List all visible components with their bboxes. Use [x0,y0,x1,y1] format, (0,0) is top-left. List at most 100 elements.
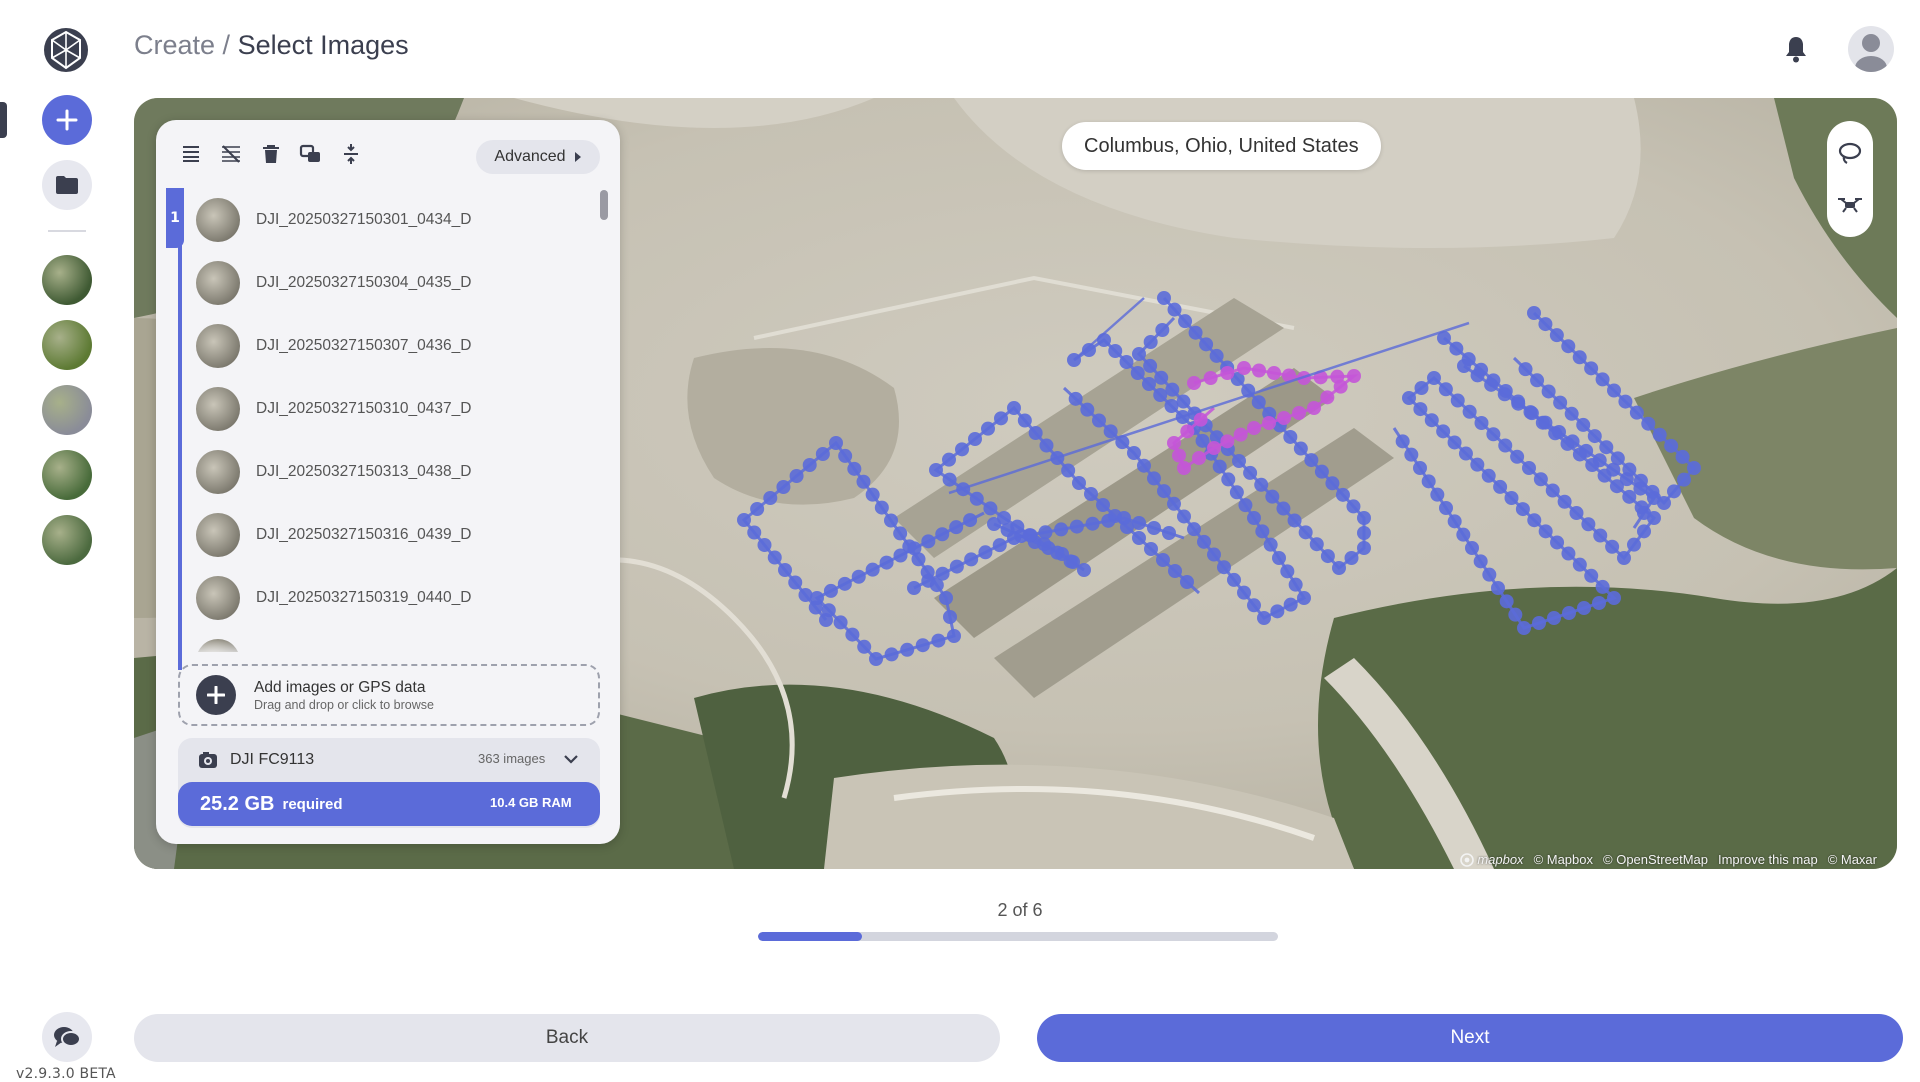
capture-point [833,615,848,630]
map-view[interactable]: Columbus, Ohio, United States mapbox © M… [134,98,1897,869]
capture-point [1162,526,1176,540]
capture-point [1450,393,1465,408]
project-thumbnail[interactable] [42,450,92,500]
capture-point [942,452,956,467]
capture-point [1538,317,1553,332]
capture-point [1212,459,1227,474]
capture-point [1449,341,1464,356]
capture-point [1147,521,1161,535]
chat-button[interactable] [42,1012,92,1062]
capture-point [851,569,866,584]
lasso-select-button[interactable] [1834,138,1866,170]
chevron-down-icon[interactable] [562,750,580,768]
capture-point [921,573,936,588]
list-fade [186,640,586,658]
capture-point [1462,404,1477,419]
capture-point [802,458,817,472]
capture-point [1177,461,1191,475]
capture-point [981,421,995,436]
drone-view-button[interactable] [1834,188,1866,220]
capture-point [757,538,772,552]
attribution-maxar[interactable]: © Maxar [1828,852,1877,867]
capture-point [1199,337,1214,352]
capture-point [884,513,898,528]
image-list-item[interactable]: DJI_20250327150301_0434_D [186,188,586,251]
capture-point [1491,581,1505,595]
advanced-button[interactable]: Advanced [476,140,600,174]
attribution-osm[interactable]: © OpenStreetMap [1603,852,1708,867]
create-project-button[interactable] [42,95,92,145]
image-list-item[interactable]: DJI_20250327150307_0436_D [186,314,586,377]
project-thumbnail[interactable] [42,385,92,435]
back-button[interactable]: Back [134,1014,1000,1062]
capture-point [1515,502,1530,517]
capture-point [1482,567,1497,582]
duplicate-button[interactable] [298,141,324,167]
capture-point [1007,401,1021,415]
select-all-button[interactable] [178,141,204,167]
capture-point [1357,526,1371,540]
capture-point [815,447,830,461]
capture-point [1265,489,1280,504]
capture-point [1108,344,1123,358]
project-thumbnail[interactable] [42,255,92,305]
capture-point [1247,421,1261,435]
attribution-mapbox[interactable]: © Mapbox [1534,852,1593,867]
app-logo-icon[interactable] [42,26,90,74]
image-list-item[interactable]: DJI_20250327150313_0438_D [186,440,586,503]
capture-point [1103,424,1118,439]
drone-icon [1838,198,1862,213]
projects-folder-button[interactable] [42,160,92,210]
capture-point [1050,545,1065,560]
capture-point [1622,489,1637,504]
notifications-button[interactable] [1782,34,1810,64]
storage-required-label: required [282,795,343,813]
duplicate-icon [299,144,320,162]
capture-point [1293,441,1308,456]
image-filename: DJI_20250327150313_0438_D [256,462,472,480]
capture-point [1518,362,1533,377]
next-button[interactable]: Next [1037,1014,1903,1062]
capture-point [1577,601,1591,615]
delete-button[interactable] [258,141,284,167]
capture-point [1508,607,1523,622]
capture-point [1127,446,1141,460]
deselect-button[interactable] [218,141,244,167]
capture-point [955,442,969,457]
image-list[interactable]: DJI_20250327150301_0434_D DJI_20250327150… [186,188,586,652]
image-list-item[interactable]: DJI_20250327150319_0440_D [186,566,586,629]
capture-point [1618,394,1633,409]
image-list-item[interactable]: DJI_20250327150310_0437_D [186,377,586,440]
camera-row[interactable]: DJI FC9113 363 images [178,738,600,782]
capture-point [1470,457,1485,472]
capture-point [1137,458,1151,473]
capture-point [949,520,964,535]
image-list-scrollbar[interactable] [600,190,608,220]
capture-point [810,591,824,605]
capture-point [1176,394,1191,409]
capture-point [1203,371,1218,385]
add-images-dropzone[interactable]: Add images or GPS data Drag and drop or … [178,664,600,726]
image-list-item[interactable]: DJI_20250327150316_0439_D [186,503,586,566]
capture-point [1458,446,1473,461]
capture-point [778,563,792,577]
user-avatar[interactable] [1848,26,1894,72]
capture-point [747,525,762,540]
capture-point [939,591,953,605]
capture-point [1470,368,1485,383]
breadcrumb-root[interactable]: Create [134,30,215,60]
project-thumbnail[interactable] [42,515,92,565]
mapbox-logo[interactable]: mapbox [1460,852,1524,867]
attribution-improve[interactable]: Improve this map [1718,852,1818,867]
image-thumbnail [196,512,240,557]
capture-point [1622,462,1637,477]
capture-point [1309,537,1324,552]
step-indicator: 2 of 6 [997,900,1043,920]
image-list-item[interactable]: DJI_20250327150304_0435_D [186,251,586,314]
capture-point [737,513,751,527]
project-thumbnail[interactable] [42,320,92,370]
capture-point [893,548,908,563]
collapse-button[interactable] [338,141,364,167]
capture-point [829,436,843,450]
capture-point [1147,471,1161,486]
